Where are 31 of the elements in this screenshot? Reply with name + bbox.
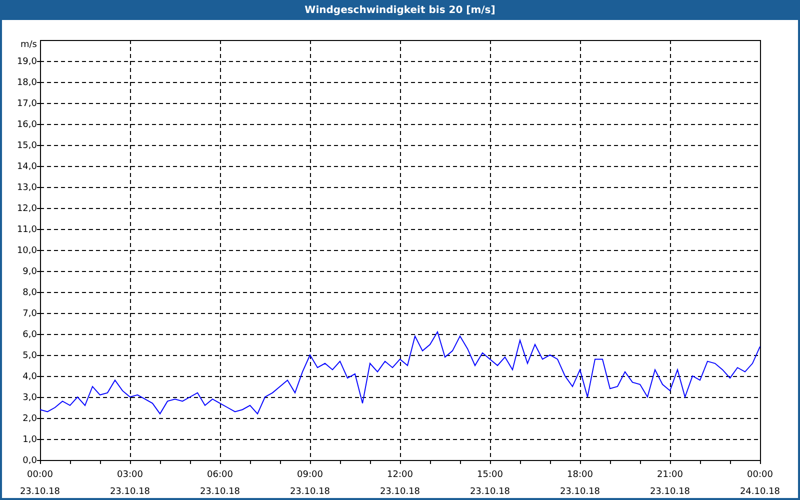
x-tick-label: 18:00 23.10.18 [560, 470, 600, 497]
y-tick-label: 8,0 [22, 288, 37, 298]
x-tick-label: 21:00 23.10.18 [650, 470, 690, 497]
y-tick-label: 17,0 [16, 99, 37, 109]
y-tick-label: 12,0 [16, 204, 37, 214]
y-tick-label: 4,0 [22, 372, 37, 382]
y-axis-label: m/s [20, 40, 37, 50]
y-tick-label: 16,0 [16, 120, 37, 130]
y-tick-label: 14,0 [16, 162, 37, 172]
x-tick-label: 00:00 23.10.18 [20, 470, 60, 497]
y-tick-label: 10,0 [16, 246, 37, 256]
y-tick-label: 3,0 [22, 393, 37, 403]
y-tick-label: 2,0 [22, 414, 37, 424]
y-tick-label: 15,0 [16, 141, 37, 151]
x-tick-label: 09:00 23.10.18 [290, 470, 330, 497]
y-tick-label: 13,0 [16, 183, 37, 193]
y-tick-label: 18,0 [16, 78, 37, 88]
window-title: Windgeschwindigkeit bis 20 [m/s] [0, 0, 800, 20]
y-tick-label: 5,0 [22, 351, 37, 361]
y-tick-label: 7,0 [22, 309, 37, 319]
y-tick-label: 1,0 [22, 435, 37, 445]
x-tick-label: 00:00 24.10.18 [740, 470, 780, 497]
y-tick-label: 11,0 [16, 225, 37, 235]
x-tick-label: 15:00 23.10.18 [470, 470, 510, 497]
x-tick-label: 12:00 23.10.18 [380, 470, 420, 497]
y-tick-label: 9,0 [22, 267, 37, 277]
x-tick-label: 06:00 23.10.18 [200, 470, 240, 497]
y-tick-label: 19,0 [16, 57, 37, 67]
x-tick-label: 03:00 23.10.18 [110, 470, 150, 497]
y-tick-label: 0,0 [22, 456, 37, 466]
y-tick-label: 6,0 [22, 330, 37, 340]
